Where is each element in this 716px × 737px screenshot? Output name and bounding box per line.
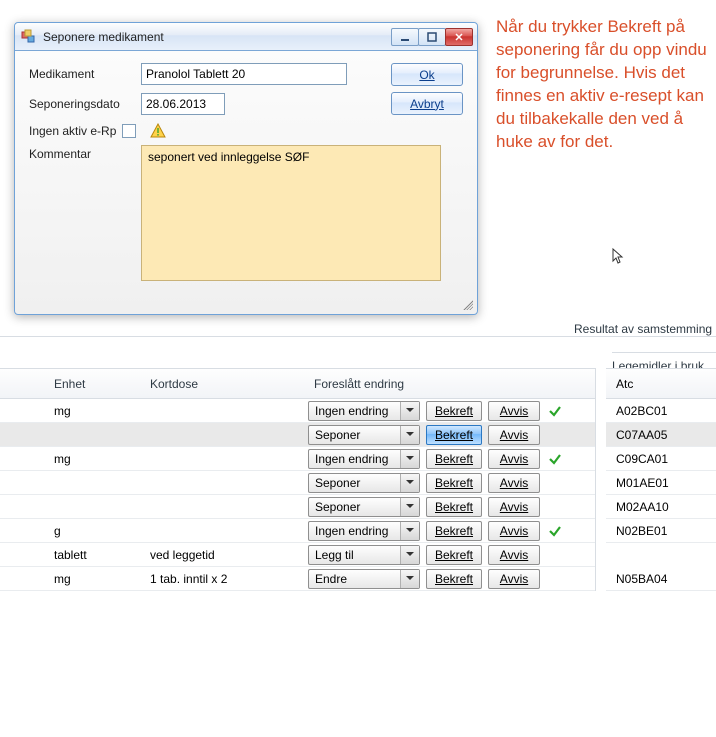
endring-value: Legg til <box>315 548 354 562</box>
avvis-button[interactable]: Avvis <box>488 473 540 493</box>
endring-value: Ingen endring <box>315 404 388 418</box>
atc-row[interactable]: M01AE01 <box>606 471 716 495</box>
table-row[interactable]: Seponer Bekreft Avvis <box>0 423 595 447</box>
endring-select[interactable]: Ingen endring <box>308 521 420 541</box>
dialog-titlebar[interactable]: Seponere medikament <box>15 23 477 51</box>
avvis-button[interactable]: Avvis <box>488 569 540 589</box>
cell-enhet: tablett <box>48 548 144 562</box>
chevron-down-icon <box>400 498 419 516</box>
avbryt-button[interactable]: Avbryt <box>391 92 463 115</box>
endring-select[interactable]: Endre <box>308 569 420 589</box>
endring-select[interactable]: Seponer <box>308 425 420 445</box>
avvis-button[interactable]: Avvis <box>488 545 540 565</box>
table-row[interactable]: mg1 tab. inntil x 2 Endre Bekreft Avvis <box>0 567 595 591</box>
seponeringsdato-input[interactable] <box>141 93 225 115</box>
endring-value: Ingen endring <box>315 452 388 466</box>
dialog-title: Seponere medikament <box>43 30 392 44</box>
avvis-button[interactable]: Avvis <box>488 425 540 445</box>
col-enhet[interactable]: Enhet <box>48 377 144 391</box>
label-kommentar: Kommentar <box>29 147 141 161</box>
grid-header: Enhet Kortdose Foreslått endring <box>0 369 595 399</box>
kommentar-textarea[interactable] <box>141 145 441 281</box>
atc-row[interactable]: N05BA04 <box>606 567 716 591</box>
cell-enhet: mg <box>48 452 144 466</box>
bekreft-button[interactable]: Bekreft <box>426 521 482 541</box>
ok-check-icon <box>546 452 564 466</box>
cell-kortdose: ved leggetid <box>144 548 308 562</box>
atc-row[interactable]: C07AA05 <box>606 423 716 447</box>
endring-select[interactable]: Legg til <box>308 545 420 565</box>
resize-grip[interactable] <box>461 298 473 310</box>
atc-row[interactable]: M02AA10 <box>606 495 716 519</box>
bekreft-button[interactable]: Bekreft <box>426 425 482 445</box>
col-kortdose[interactable]: Kortdose <box>144 377 308 391</box>
chevron-down-icon <box>400 474 419 492</box>
ok-check-icon <box>546 524 564 538</box>
label-ingen-aktiv: Ingen aktiv e-Rp <box>29 124 116 138</box>
table-row[interactable]: mg Ingen endring Bekreft Avvis <box>0 399 595 423</box>
chevron-down-icon <box>400 522 419 540</box>
medikament-input[interactable] <box>141 63 347 85</box>
cell-enhet: mg <box>48 572 144 586</box>
bekreft-button[interactable]: Bekreft <box>426 497 482 517</box>
grid: Enhet Kortdose Foreslått endring mg Ingen… <box>0 368 596 591</box>
endring-select[interactable]: Ingen endring <box>308 449 420 469</box>
table-row[interactable]: Seponer Bekreft Avvis <box>0 471 595 495</box>
col-foreslatt[interactable]: Foreslått endring <box>308 377 428 391</box>
bekreft-button[interactable]: Bekreft <box>426 401 482 421</box>
seponere-dialog: Seponere medikament Medikament Seponerin… <box>14 22 478 315</box>
label-medikament: Medikament <box>29 67 141 81</box>
chevron-down-icon <box>400 546 419 564</box>
avvis-button[interactable]: Avvis <box>488 401 540 421</box>
table-row[interactable]: tablettved leggetid Legg til Bekreft Avvis <box>0 543 595 567</box>
table-row[interactable]: Seponer Bekreft Avvis <box>0 495 595 519</box>
avvis-button[interactable]: Avvis <box>488 521 540 541</box>
col-atc[interactable]: Atc <box>606 369 716 399</box>
atc-row[interactable]: A02BC01 <box>606 399 716 423</box>
endring-value: Seponer <box>315 476 360 490</box>
cell-kortdose: 1 tab. inntil x 2 <box>144 572 308 586</box>
minimize-button[interactable] <box>391 28 419 46</box>
chevron-down-icon <box>400 570 419 588</box>
bekreft-button[interactable]: Bekreft <box>426 569 482 589</box>
label-seponeringsdato: Seponeringsdato <box>29 97 141 111</box>
cell-enhet: mg <box>48 404 144 418</box>
avvis-button[interactable]: Avvis <box>488 497 540 517</box>
chevron-down-icon <box>400 450 419 468</box>
table-row[interactable]: g Ingen endring Bekreft Avvis <box>0 519 595 543</box>
table-row[interactable]: mg Ingen endring Bekreft Avvis <box>0 447 595 471</box>
chevron-down-icon <box>400 426 419 444</box>
endring-value: Seponer <box>315 428 360 442</box>
warning-icon <box>150 123 166 139</box>
avvis-button[interactable]: Avvis <box>488 449 540 469</box>
endring-value: Ingen endring <box>315 524 388 538</box>
endring-select[interactable]: Seponer <box>308 497 420 517</box>
ok-check-icon <box>546 404 564 418</box>
ok-button[interactable]: Ok <box>391 63 463 86</box>
close-button[interactable] <box>445 28 473 46</box>
chevron-down-icon <box>400 402 419 420</box>
app-icon <box>21 29 37 45</box>
bekreft-button[interactable]: Bekreft <box>426 449 482 469</box>
ingen-aktiv-checkbox[interactable] <box>122 124 136 138</box>
maximize-button[interactable] <box>418 28 446 46</box>
annotation-text: Når du trykker Bekreft på seponering får… <box>496 16 708 154</box>
endring-select[interactable]: Seponer <box>308 473 420 493</box>
cell-enhet: g <box>48 524 144 538</box>
bekreft-button[interactable]: Bekreft <box>426 473 482 493</box>
atc-row[interactable]: C09CA01 <box>606 447 716 471</box>
atc-row[interactable] <box>606 543 716 567</box>
separator <box>0 336 716 337</box>
endring-value: Endre <box>315 572 347 586</box>
endring-value: Seponer <box>315 500 360 514</box>
bekreft-button[interactable]: Bekreft <box>426 545 482 565</box>
section-title: Resultat av samstemming <box>574 322 712 336</box>
cursor-icon <box>610 247 628 265</box>
atc-grid: Atc A02BC01C07AA05C09CA01M01AE01M02AA10N… <box>606 368 716 591</box>
endring-select[interactable]: Ingen endring <box>308 401 420 421</box>
atc-row[interactable]: N02BE01 <box>606 519 716 543</box>
